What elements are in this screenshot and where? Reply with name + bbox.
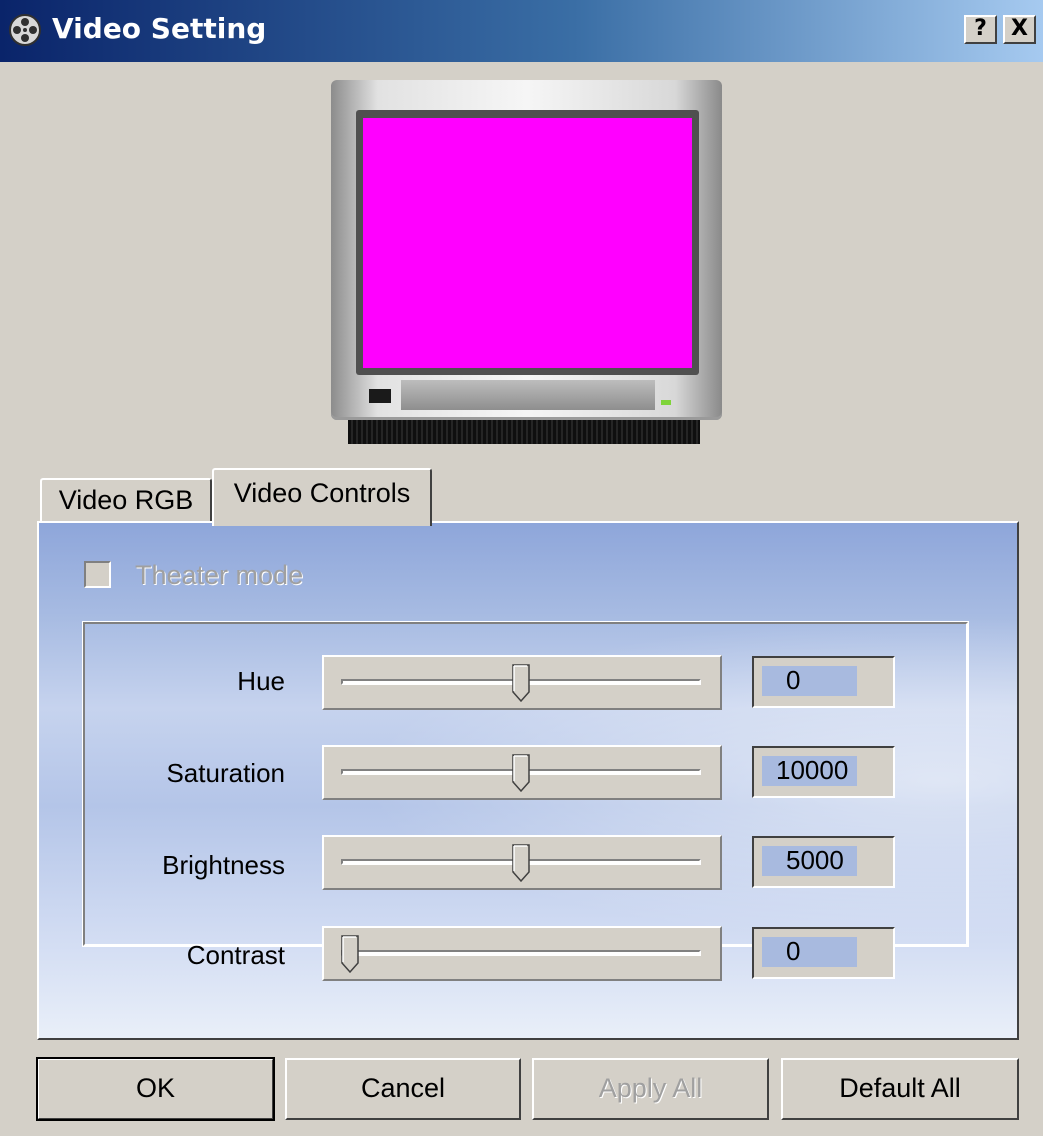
close-button[interactable]: X [1003,15,1036,44]
saturation-slider-thumb[interactable] [512,754,530,792]
brightness-label: Brightness [162,850,285,880]
tv-power-led [661,400,671,405]
tab-video-rgb[interactable]: Video RGB [40,478,212,523]
tv-power-button [369,389,391,403]
hue-value-highlight [762,666,857,696]
tab-video-controls[interactable]: Video Controls [212,468,432,526]
saturation-value-box[interactable]: 10000 [752,746,895,798]
window-title: Video Setting [52,12,267,45]
contrast-label: Contrast [186,940,285,970]
video-setting-dialog: Video Setting ? X Video RGB Video Contro… [0,0,1043,1136]
hue-label: Hue [237,666,285,696]
tv-screen-frame [356,110,699,375]
video-controls-panel: Theater mode Hue 0 Saturation 10000 Brig… [37,521,1019,1040]
theater-mode-label: Theater mode [135,560,304,590]
tv-screen [363,118,692,368]
controls-groupbox: Hue 0 Saturation 10000 Brightness 5000 C… [82,621,969,981]
contrast-slider[interactable] [322,926,722,981]
contrast-slider-track [341,950,701,956]
hue-slider-thumb[interactable] [512,664,530,702]
tv-control-panel [401,380,655,410]
apply-all-button[interactable]: Apply All [532,1058,769,1120]
default-all-button[interactable]: Default All [781,1058,1019,1120]
contrast-slider-thumb[interactable] [341,935,359,973]
tv-stand [348,420,700,444]
brightness-value-box[interactable]: 5000 [752,836,895,888]
film-reel-icon [9,14,41,46]
contrast-value-box[interactable]: 0 [752,927,895,979]
brightness-slider[interactable] [322,835,722,890]
help-button[interactable]: ? [964,15,997,44]
hue-value-box[interactable]: 0 [752,656,895,708]
hue-slider[interactable] [322,655,722,710]
saturation-slider[interactable] [322,745,722,800]
ok-button[interactable]: OK [36,1057,275,1121]
contrast-value: 0 [786,936,801,966]
tv-preview [331,80,722,420]
brightness-value: 5000 [786,845,844,875]
hue-value: 0 [786,665,801,695]
cancel-button[interactable]: Cancel [285,1058,521,1120]
saturation-label: Saturation [166,758,285,788]
brightness-slider-thumb[interactable] [512,844,530,882]
saturation-value: 10000 [776,755,849,785]
title-bar[interactable]: Video Setting ? X [0,0,1043,62]
contrast-value-highlight [762,937,857,967]
theater-mode-checkbox[interactable] [84,561,111,588]
